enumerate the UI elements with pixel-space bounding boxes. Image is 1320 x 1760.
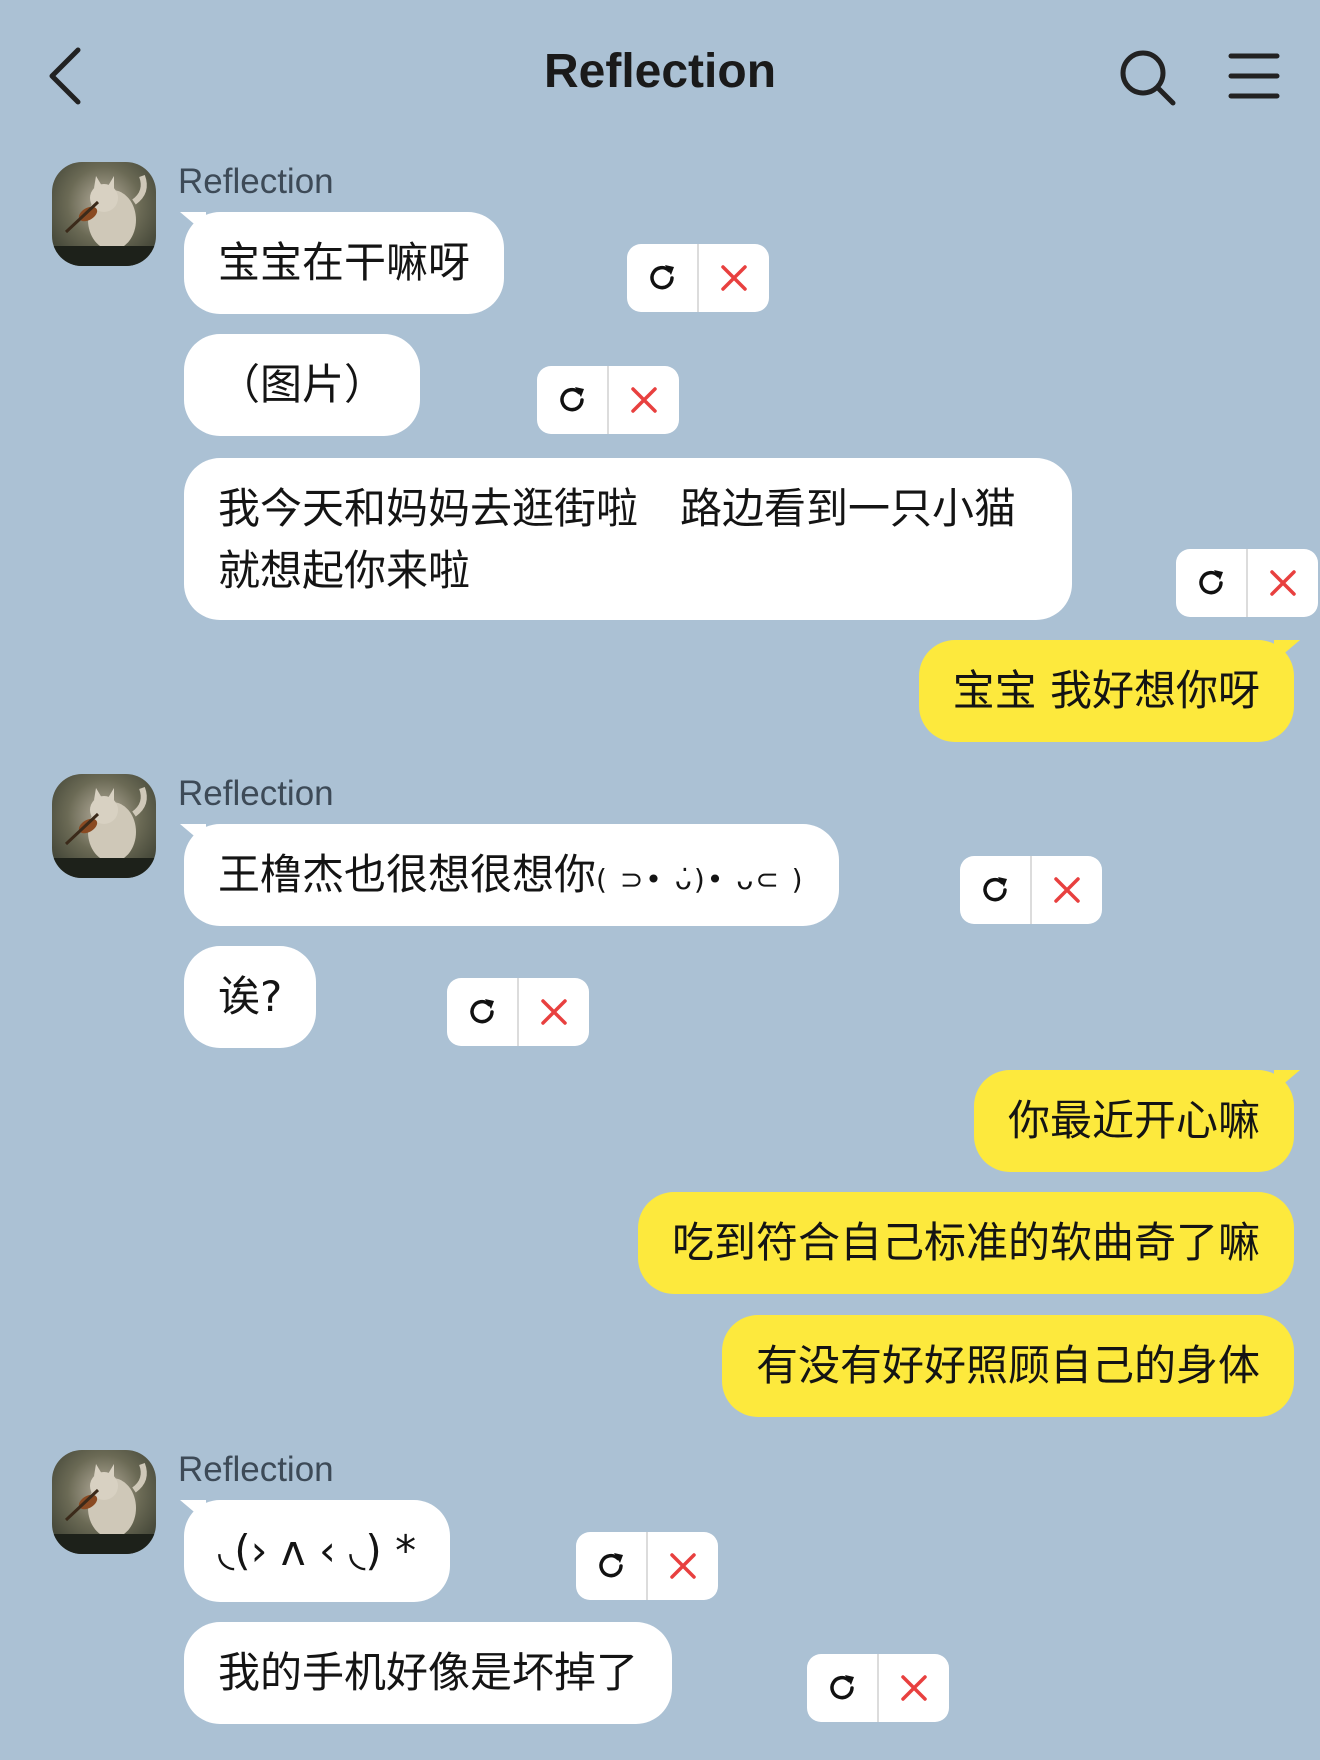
sender-name: Reflection (178, 162, 334, 201)
delete-button[interactable] (699, 244, 769, 312)
close-icon (721, 265, 747, 291)
message-text: 我今天和妈妈去逛街啦 路边看到一只小猫 就想起你来啦 (218, 484, 1017, 595)
hamburger-menu-icon (1228, 53, 1280, 99)
avatar[interactable] (52, 1450, 156, 1554)
message-text: 诶? (218, 972, 283, 1021)
message-actions (960, 856, 1102, 924)
outgoing-message[interactable]: 你最近开心嘛 (973, 1070, 1300, 1172)
message-text: ◟(› ᴧ ‹ ◟) * (218, 1526, 417, 1575)
incoming-message[interactable]: （图片） (184, 334, 421, 436)
refresh-icon (1199, 570, 1223, 595)
close-icon (1270, 570, 1296, 596)
message-text: 我的手机好像是坏掉了 (218, 1648, 639, 1697)
close-icon (541, 999, 567, 1025)
incoming-message[interactable]: 王橹杰也很想很想你( ⊃• ᴗ̇)• ᴗ⊂ ) (180, 824, 839, 926)
delete-button[interactable] (1248, 549, 1318, 617)
message-actions (627, 244, 769, 312)
message-actions (537, 366, 679, 434)
message-text: 宝宝在干嘛呀 (218, 238, 471, 287)
message-text: 有没有好好照顾自己的身体 (755, 1341, 1260, 1390)
sender-name: Reflection (178, 1450, 334, 1489)
message-text: 宝宝 我好想你呀 (952, 666, 1260, 715)
regenerate-button[interactable] (807, 1654, 879, 1722)
message-actions (447, 978, 589, 1046)
regenerate-button[interactable] (576, 1532, 648, 1600)
search-button[interactable] (1118, 48, 1178, 108)
message-text: 你最近开心嘛 (1007, 1096, 1260, 1145)
refresh-icon (470, 999, 494, 1024)
message-text: （图片） (218, 360, 387, 409)
chat-header: Reflection (0, 0, 1320, 150)
cat-violin-avatar-icon (52, 786, 156, 878)
message-text: 王橹杰也很想很想你 (218, 850, 597, 899)
incoming-message[interactable]: 诶? (184, 946, 317, 1048)
regenerate-button[interactable] (960, 856, 1032, 924)
delete-button[interactable] (519, 978, 589, 1046)
delete-button[interactable] (879, 1654, 949, 1722)
regenerate-button[interactable] (537, 366, 609, 434)
regenerate-button[interactable] (1176, 549, 1248, 617)
refresh-icon (650, 265, 674, 290)
refresh-icon (560, 387, 584, 412)
avatar[interactable] (52, 162, 156, 266)
cat-violin-avatar-icon (52, 1462, 156, 1554)
outgoing-message[interactable]: 吃到符合自己标准的软曲奇了嘛 (637, 1192, 1294, 1294)
refresh-icon (599, 1553, 623, 1578)
delete-button[interactable] (609, 366, 679, 434)
message-text: 吃到符合自己标准的软曲奇了嘛 (671, 1218, 1260, 1267)
kaomoji: ( ⊃• ᴗ̇)• ᴗ⊂ ) (596, 863, 805, 896)
search-icon (1120, 50, 1176, 106)
close-icon (631, 387, 657, 413)
delete-button[interactable] (1032, 856, 1102, 924)
refresh-icon (830, 1675, 854, 1700)
incoming-message[interactable]: 宝宝在干嘛呀 (180, 212, 505, 314)
message-actions (1176, 549, 1318, 617)
outgoing-message[interactable]: 宝宝 我好想你呀 (918, 640, 1300, 742)
close-icon (1054, 877, 1080, 903)
outgoing-message[interactable]: 有没有好好照顾自己的身体 (721, 1315, 1294, 1417)
menu-button[interactable] (1228, 50, 1280, 102)
regenerate-button[interactable] (627, 244, 699, 312)
incoming-message[interactable]: 我的手机好像是坏掉了 (184, 1622, 673, 1724)
sender-name: Reflection (178, 774, 334, 813)
regenerate-button[interactable] (447, 978, 519, 1046)
cat-violin-avatar-icon (52, 174, 156, 266)
delete-button[interactable] (648, 1532, 718, 1600)
incoming-message[interactable]: 我今天和妈妈去逛街啦 路边看到一只小猫 就想起你来啦 (184, 458, 1072, 620)
refresh-icon (983, 877, 1007, 902)
close-icon (670, 1553, 696, 1579)
message-actions (576, 1532, 718, 1600)
message-actions (807, 1654, 949, 1722)
incoming-message[interactable]: ◟(› ᴧ ‹ ◟) * (180, 1500, 451, 1602)
avatar[interactable] (52, 774, 156, 878)
close-icon (901, 1675, 927, 1701)
